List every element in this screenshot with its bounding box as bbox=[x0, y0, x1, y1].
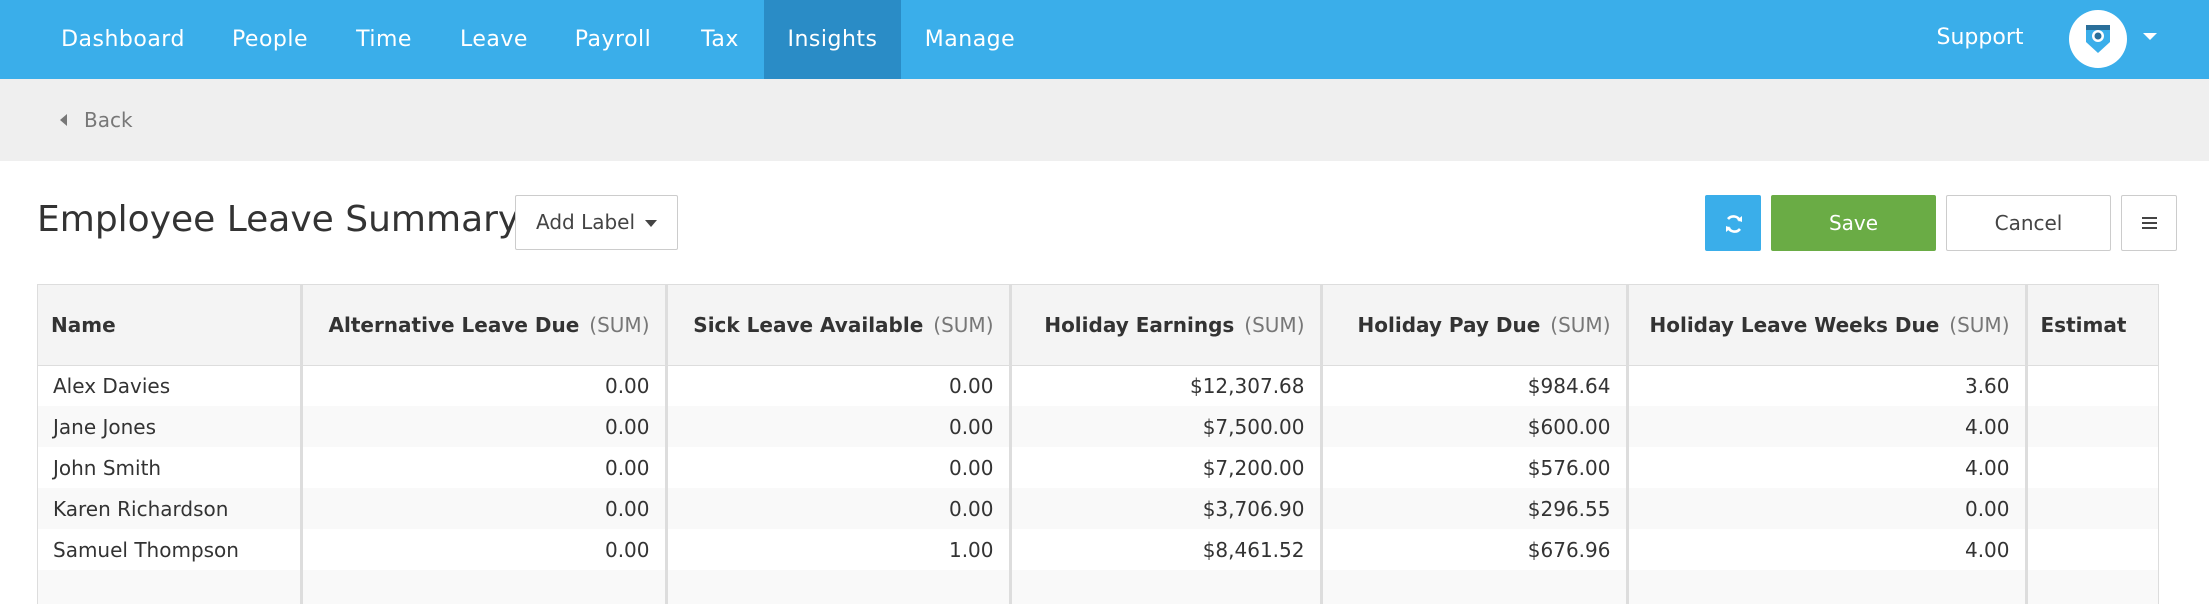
cell-name: John Smith bbox=[38, 447, 303, 488]
top-nav: Dashboard People Time Leave Payroll Tax … bbox=[0, 0, 2209, 79]
column-header-label: Holiday Earnings bbox=[1044, 312, 1235, 337]
cell-name: Samuel Thompson bbox=[38, 529, 303, 570]
cell-empty bbox=[666, 570, 1012, 604]
cell-holiday-leave-weeks-due: 0.00 bbox=[1627, 488, 2028, 529]
cell-estimated bbox=[2026, 406, 2158, 447]
aggregate-label: (SUM) bbox=[1949, 312, 2010, 337]
cell-empty bbox=[1321, 570, 1629, 604]
cell-sick-leave-available: 0.00 bbox=[666, 406, 1012, 447]
cell-sick-leave-available: 0.00 bbox=[666, 447, 1012, 488]
nav-item-leave[interactable]: Leave bbox=[446, 0, 542, 79]
add-label-text: Add Label bbox=[536, 210, 636, 234]
cell-empty bbox=[1010, 570, 1323, 604]
cell-holiday-pay-due: $984.64 bbox=[1321, 365, 1629, 406]
add-label-dropdown[interactable]: Add Label bbox=[515, 195, 678, 250]
column-header-label: Alternative Leave Due bbox=[328, 312, 580, 337]
report-table: Name Alternative Leave Due (SUM) Sick Lea… bbox=[37, 284, 2159, 604]
column-header-holiday-leave-weeks-due[interactable]: Holiday Leave Weeks Due (SUM) bbox=[1627, 285, 2028, 366]
caret-down-icon bbox=[645, 220, 657, 227]
cell-empty bbox=[2026, 570, 2158, 604]
cell-alternative-leave-due: 0.00 bbox=[301, 447, 668, 488]
table-header-row: Name Alternative Leave Due (SUM) Sick Lea… bbox=[38, 285, 2158, 366]
cell-sick-leave-available: 0.00 bbox=[666, 365, 1012, 406]
aggregate-label: (SUM) bbox=[1244, 312, 1305, 337]
support-link[interactable]: Support bbox=[1910, 0, 2050, 79]
cell-holiday-earnings: $3,706.90 bbox=[1010, 488, 1323, 529]
hamburger-icon bbox=[2142, 217, 2157, 219]
refresh-button[interactable] bbox=[1705, 195, 1761, 251]
cell-holiday-earnings: $8,461.52 bbox=[1010, 529, 1323, 570]
column-header-alternative-leave-due[interactable]: Alternative Leave Due (SUM) bbox=[301, 285, 668, 366]
table-row: Alex Davies 0.00 0.00 $12,307.68 $984.64… bbox=[38, 365, 2158, 406]
aggregate-label: (SUM) bbox=[1550, 312, 1611, 337]
column-header-label: Estimat bbox=[2040, 312, 2127, 337]
cell-name: Alex Davies bbox=[38, 365, 303, 406]
cell-alternative-leave-due: 0.00 bbox=[301, 365, 668, 406]
cell-sick-leave-available: 1.00 bbox=[666, 529, 1012, 570]
cell-holiday-earnings: $12,307.68 bbox=[1010, 365, 1323, 406]
cell-holiday-leave-weeks-due: 3.60 bbox=[1627, 365, 2028, 406]
cell-holiday-pay-due: $676.96 bbox=[1321, 529, 1629, 570]
nav-item-time[interactable]: Time bbox=[339, 0, 429, 79]
back-link[interactable]: Back bbox=[60, 106, 133, 134]
table-row: John Smith 0.00 0.00 $7,200.00 $576.00 4… bbox=[38, 447, 2158, 488]
report-table-grid: Name Alternative Leave Due (SUM) Sick Lea… bbox=[38, 285, 2158, 604]
back-label: Back bbox=[84, 108, 133, 132]
chevron-left-icon bbox=[60, 114, 67, 126]
column-header-label: Sick Leave Available bbox=[693, 312, 924, 337]
cell-estimated bbox=[2026, 529, 2158, 570]
column-header-estimated[interactable]: Estimat bbox=[2026, 285, 2158, 366]
hamburger-icon-line bbox=[2142, 227, 2157, 229]
cell-empty bbox=[1627, 570, 2028, 604]
user-avatar-icon[interactable] bbox=[2069, 10, 2127, 68]
cell-holiday-earnings: $7,500.00 bbox=[1010, 406, 1323, 447]
cell-holiday-leave-weeks-due: 4.00 bbox=[1627, 406, 2028, 447]
cancel-button[interactable]: Cancel bbox=[1946, 195, 2111, 251]
cell-sick-leave-available: 0.00 bbox=[666, 488, 1012, 529]
cell-name: Jane Jones bbox=[38, 406, 303, 447]
table-row: Jane Jones 0.00 0.00 $7,500.00 $600.00 4… bbox=[38, 406, 2158, 447]
table-row: Karen Richardson 0.00 0.00 $3,706.90 $29… bbox=[38, 488, 2158, 529]
hamburger-menu-button[interactable] bbox=[2121, 195, 2177, 251]
cell-alternative-leave-due: 0.00 bbox=[301, 406, 668, 447]
page-title: Employee Leave Summary bbox=[37, 199, 520, 240]
nav-item-payroll[interactable]: Payroll bbox=[560, 0, 666, 79]
cell-estimated bbox=[2026, 488, 2158, 529]
hamburger-icon-line bbox=[2142, 222, 2157, 224]
cell-holiday-earnings: $7,200.00 bbox=[1010, 447, 1323, 488]
cell-estimated bbox=[2026, 447, 2158, 488]
cell-holiday-leave-weeks-due: 4.00 bbox=[1627, 447, 2028, 488]
back-bar: Back bbox=[0, 79, 2209, 161]
cell-holiday-pay-due: $296.55 bbox=[1321, 488, 1629, 529]
cell-alternative-leave-due: 0.00 bbox=[301, 529, 668, 570]
cell-holiday-leave-weeks-due: 4.00 bbox=[1627, 529, 2028, 570]
column-header-label: Name bbox=[51, 312, 116, 337]
column-header-sick-leave-available[interactable]: Sick Leave Available (SUM) bbox=[666, 285, 1012, 366]
column-header-holiday-earnings[interactable]: Holiday Earnings (SUM) bbox=[1010, 285, 1323, 366]
aggregate-label: (SUM) bbox=[933, 312, 994, 337]
column-header-name[interactable]: Name bbox=[38, 285, 303, 366]
nav-item-manage[interactable]: Manage bbox=[914, 0, 1026, 79]
cell-empty bbox=[38, 570, 303, 604]
nav-item-insights[interactable]: Insights bbox=[764, 0, 901, 79]
cell-holiday-pay-due: $600.00 bbox=[1321, 406, 1629, 447]
refresh-icon bbox=[1726, 215, 1742, 233]
cell-holiday-pay-due: $576.00 bbox=[1321, 447, 1629, 488]
table-row-empty bbox=[38, 570, 2158, 604]
column-header-label: Holiday Pay Due bbox=[1357, 312, 1541, 337]
cell-empty bbox=[301, 570, 668, 604]
nav-item-tax[interactable]: Tax bbox=[685, 0, 755, 79]
cell-name: Karen Richardson bbox=[38, 488, 303, 529]
chevron-down-icon[interactable] bbox=[2143, 33, 2157, 40]
cell-alternative-leave-due: 0.00 bbox=[301, 488, 668, 529]
nav-item-dashboard[interactable]: Dashboard bbox=[43, 0, 203, 79]
column-header-holiday-pay-due[interactable]: Holiday Pay Due (SUM) bbox=[1321, 285, 1629, 366]
nav-item-people[interactable]: People bbox=[217, 0, 323, 79]
cell-estimated bbox=[2026, 365, 2158, 406]
table-row: Samuel Thompson 0.00 1.00 $8,461.52 $676… bbox=[38, 529, 2158, 570]
column-header-label: Holiday Leave Weeks Due bbox=[1649, 312, 1940, 337]
aggregate-label: (SUM) bbox=[589, 312, 650, 337]
save-button[interactable]: Save bbox=[1771, 195, 1936, 251]
